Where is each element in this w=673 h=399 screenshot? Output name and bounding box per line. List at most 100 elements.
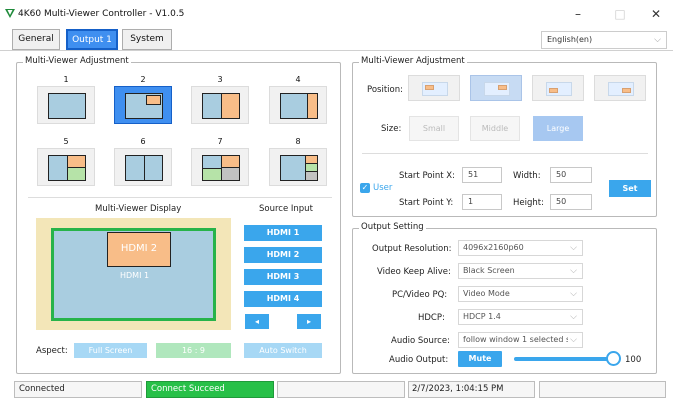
audio-source-select[interactable]: follow window 1 selected sc ⌵ — [458, 332, 583, 348]
auto-switch-button[interactable]: Auto Switch — [244, 343, 322, 358]
source-hdmi-4-button[interactable]: HDMI 4 — [244, 291, 322, 307]
layout-number: 6 — [140, 137, 146, 146]
layout-7-preview — [202, 155, 240, 181]
hdcp-value: HDCP 1.4 — [463, 312, 501, 321]
layout-number: 3 — [217, 75, 223, 84]
set-button[interactable]: Set — [609, 180, 651, 197]
position-label: Position: — [367, 85, 403, 95]
pq-select[interactable]: Video Mode ⌵ — [458, 286, 583, 302]
aspect-16-9-button[interactable]: 16 : 9 — [156, 343, 231, 358]
size-middle-button[interactable]: Middle — [470, 116, 520, 141]
size-large-button[interactable]: Large — [533, 116, 583, 141]
window-title: 4K60 Multi-Viewer Controller - V1.0.5 — [18, 9, 185, 19]
source-hdmi-2-button[interactable]: HDMI 2 — [244, 247, 322, 263]
audio-output-label: Audio Output: — [389, 355, 449, 365]
display-label: Multi-Viewer Display — [95, 204, 182, 214]
layout-6-button[interactable] — [114, 148, 172, 186]
close-button[interactable]: ✕ — [640, 4, 672, 24]
status-datetime: 2/7/2023, 1:04:15 PM — [408, 381, 535, 398]
language-value: English(en) — [547, 35, 593, 44]
chevron-down-icon: ⌵ — [570, 243, 577, 253]
layout-number: 5 — [63, 137, 69, 146]
layout-5-preview — [48, 155, 86, 181]
chevron-down-icon: ⌵ — [654, 35, 661, 45]
layout-1-preview — [48, 93, 86, 119]
output-setting-title: Output Setting — [359, 222, 426, 232]
layout-number: 4 — [295, 75, 301, 84]
audio-source-value: follow window 1 selected sc — [463, 335, 575, 344]
window-1-label: HDMI 1 — [120, 271, 150, 280]
minimize-button[interactable]: – — [562, 4, 594, 24]
size-label: Size: — [381, 124, 402, 134]
chevron-down-icon: ⌵ — [570, 312, 577, 322]
divider — [28, 197, 332, 198]
layout-number: 8 — [295, 137, 301, 146]
width-label: Width: — [513, 171, 541, 181]
start-x-input[interactable]: 51 — [462, 167, 502, 183]
volume-slider-track[interactable] — [514, 357, 614, 361]
output-resolution-label: Output Resolution: — [372, 244, 452, 254]
layout-1-button[interactable] — [37, 86, 95, 124]
status-empty-1 — [277, 381, 405, 398]
position-bottom-right-button[interactable] — [594, 75, 646, 101]
start-y-input[interactable]: 1 — [462, 194, 502, 210]
source-hdmi-1-button[interactable]: HDMI 1 — [244, 225, 322, 241]
aspect-full-screen-button[interactable]: Full Screen — [74, 343, 147, 358]
layout-8-preview — [280, 155, 318, 181]
width-input[interactable]: 50 — [550, 167, 592, 183]
left-group-title: Multi-Viewer Adjustment — [23, 56, 131, 66]
divider — [362, 153, 648, 154]
user-checkbox-label[interactable]: User — [373, 183, 392, 193]
title-bar: 4K60 Multi-Viewer Controller - V1.0.5 – … — [0, 0, 673, 28]
source-next-button[interactable]: ▸ — [297, 314, 321, 329]
app-logo-icon — [5, 9, 15, 18]
mute-button[interactable]: Mute — [458, 351, 502, 367]
position-top-left-button[interactable] — [408, 75, 460, 101]
layout-7-button[interactable] — [191, 148, 249, 186]
checkbox-checked-icon[interactable]: ✓ — [360, 183, 370, 193]
source-input-label: Source Input — [259, 204, 313, 214]
source-prev-button[interactable]: ◂ — [245, 314, 269, 329]
video-keep-alive-select[interactable]: Black Screen ⌵ — [458, 263, 583, 279]
layout-2-button[interactable] — [114, 86, 172, 124]
chevron-down-icon: ⌵ — [570, 289, 577, 299]
start-x-label: Start Point X: — [399, 171, 455, 181]
status-connection: Connected — [14, 381, 142, 398]
maximize-button[interactable]: □ — [604, 4, 636, 24]
display-window-2[interactable]: HDMI 2 — [107, 232, 171, 267]
position-top-right-button[interactable] — [470, 75, 522, 101]
pq-label: PC/Video PQ: — [392, 290, 448, 300]
aspect-label: Aspect: — [36, 346, 68, 356]
layout-4-preview — [280, 93, 318, 119]
right-group-title: Multi-Viewer Adjustment — [359, 56, 467, 66]
status-connect-result: Connect Succeed — [146, 381, 274, 398]
hdcp-select[interactable]: HDCP 1.4 ⌵ — [458, 309, 583, 325]
height-label: Height: — [513, 198, 544, 208]
volume-value: 100 — [625, 355, 642, 365]
size-small-button[interactable]: Small — [409, 116, 459, 141]
layout-number: 1 — [63, 75, 69, 84]
volume-slider-thumb[interactable] — [606, 351, 621, 366]
status-empty-2 — [539, 381, 666, 398]
layout-8-button[interactable] — [269, 148, 327, 186]
output-resolution-select[interactable]: 4096x2160p60 ⌵ — [458, 240, 583, 256]
language-select[interactable]: English(en) ⌵ — [541, 31, 667, 49]
layout-number: 7 — [217, 137, 223, 146]
pq-value: Video Mode — [463, 289, 510, 298]
layout-2-preview — [125, 93, 163, 119]
audio-source-label: Audio Source: — [391, 336, 450, 346]
layout-4-button[interactable] — [269, 86, 327, 124]
tab-system[interactable]: System — [122, 29, 172, 50]
source-hdmi-3-button[interactable]: HDMI 3 — [244, 269, 322, 285]
chevron-down-icon: ⌵ — [568, 333, 577, 347]
hdcp-label: HDCP: — [418, 313, 445, 323]
position-bottom-left-button[interactable] — [532, 75, 584, 101]
tab-general[interactable]: General — [12, 29, 60, 50]
video-keep-alive-value: Black Screen — [463, 266, 515, 275]
height-input[interactable]: 50 — [550, 194, 592, 210]
tab-output-1[interactable]: Output 1 — [66, 29, 118, 50]
layout-5-button[interactable] — [37, 148, 95, 186]
layout-3-button[interactable] — [191, 86, 249, 124]
chevron-down-icon: ⌵ — [570, 266, 577, 276]
layout-number: 2 — [140, 75, 146, 84]
